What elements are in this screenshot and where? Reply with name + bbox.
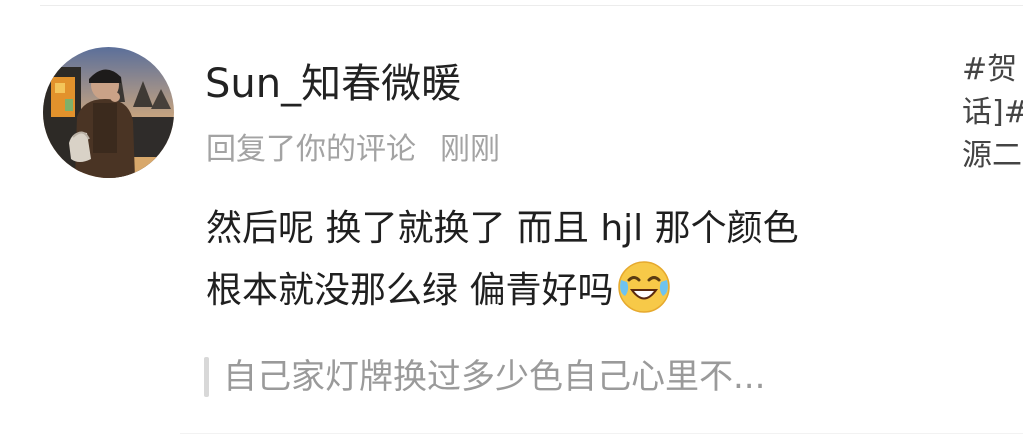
timestamp: 刚刚	[440, 132, 500, 167]
notification-item[interactable]: Sun_知春微暖 回复了你的评论 刚刚 然后呢 换了就换了 而且 hjl 那个颜色…	[0, 0, 1023, 436]
original-post-preview[interactable]: #贺 话]# 源二	[962, 48, 1023, 188]
comment-body[interactable]: 然后呢 换了就换了 而且 hjl 那个颜色 根本就没那么绿 偏青好吗	[206, 198, 946, 322]
quoted-comment-text: 自己家灯牌换过多少色自己心里不...	[223, 357, 766, 397]
preview-line-2: 话]#	[962, 95, 1023, 130]
quote-bar	[204, 357, 209, 397]
avatar[interactable]	[43, 47, 174, 178]
comment-text-line-2: 根本就没那么绿 偏青好吗	[206, 260, 946, 322]
preview-line-1: #贺	[962, 52, 1018, 87]
comment-meta: 回复了你的评论 刚刚	[206, 130, 500, 170]
laughing-crying-emoji-icon	[618, 261, 671, 313]
comment-text-line-1: 然后呢 换了就换了 而且 hjl 那个颜色	[206, 208, 799, 249]
reply-action-label: 回复了你的评论	[206, 132, 416, 167]
avatar-photo	[43, 47, 174, 178]
bottom-divider	[180, 433, 1023, 434]
username[interactable]: Sun_知春微暖	[205, 58, 461, 110]
preview-line-3: 源二	[962, 138, 1022, 173]
top-divider	[40, 5, 1023, 6]
quoted-comment[interactable]: 自己家灯牌换过多少色自己心里不...	[204, 353, 765, 401]
comment-text-line-2-content: 根本就没那么绿 偏青好吗	[206, 270, 614, 311]
